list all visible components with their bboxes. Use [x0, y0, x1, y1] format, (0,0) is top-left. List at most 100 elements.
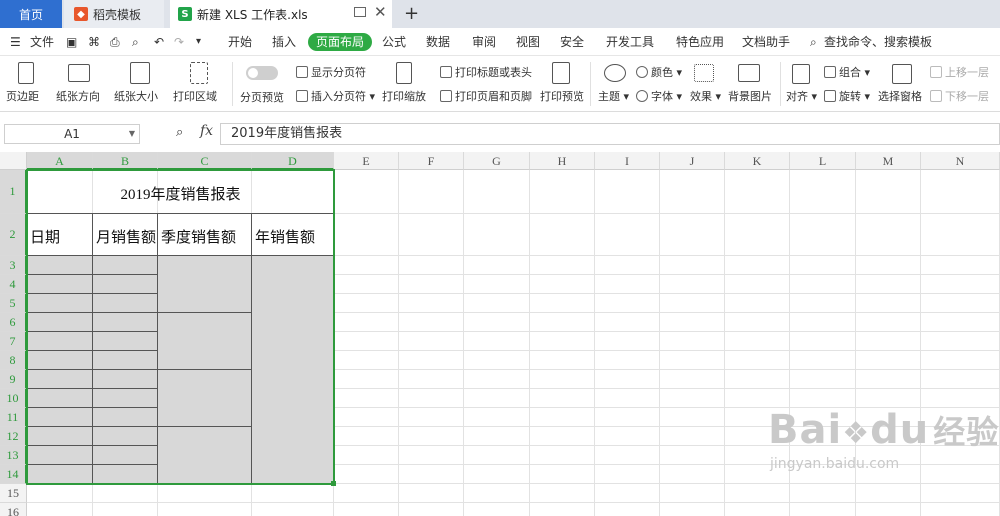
monthly-sales-cell[interactable] [93, 446, 158, 465]
monthly-sales-cell[interactable] [93, 408, 158, 427]
date-cell[interactable] [27, 313, 93, 332]
column-header-k[interactable]: K [725, 152, 790, 170]
row-header-1[interactable]: 1 [0, 170, 27, 214]
menu-security[interactable]: 安全 [560, 33, 584, 51]
zoom-icon[interactable]: ⌕ [176, 125, 183, 140]
tab-home[interactable]: 首页 [0, 0, 62, 28]
redo-icon[interactable]: ↷ [174, 33, 184, 51]
column-header-b[interactable]: B [93, 152, 158, 170]
row-header-6[interactable]: 6 [0, 313, 27, 332]
column-header-m[interactable]: M [856, 152, 921, 170]
menu-insert[interactable]: 插入 [272, 33, 296, 51]
row-header-5[interactable]: 5 [0, 294, 27, 313]
search-icon[interactable]: ⌕ [810, 33, 817, 51]
annual-sales-cell[interactable] [252, 256, 334, 484]
monthly-sales-cell[interactable] [93, 294, 158, 313]
date-cell[interactable] [27, 389, 93, 408]
column-header-e[interactable]: E [334, 152, 399, 170]
print-icon[interactable]: ⎙ [110, 33, 120, 51]
formula-input[interactable]: 2019年度销售报表 [220, 123, 1000, 145]
date-cell[interactable] [27, 256, 93, 275]
row-header-11[interactable]: 11 [0, 408, 27, 427]
column-header-h[interactable]: H [530, 152, 595, 170]
monthly-sales-cell[interactable] [93, 351, 158, 370]
fx-icon[interactable]: fx [200, 123, 213, 139]
menu-developer[interactable]: 开发工具 [606, 33, 654, 51]
menu-doc-assistant[interactable]: 文档助手 [742, 33, 790, 51]
bring-forward-button[interactable]: 上移一层 [930, 64, 989, 80]
font-button[interactable]: 字体 ▾ [636, 88, 682, 104]
column-header-j[interactable]: J [660, 152, 725, 170]
show-page-break-checkbox[interactable]: 显示分页符 [296, 64, 366, 80]
send-backward-button[interactable]: 下移一层 [930, 88, 989, 104]
monthly-sales-cell[interactable] [93, 256, 158, 275]
print-titles-button[interactable]: 打印标题或表头 [440, 64, 532, 80]
column-header-d[interactable]: D [252, 152, 334, 170]
monthly-sales-cell[interactable] [93, 465, 158, 484]
date-cell[interactable] [27, 370, 93, 389]
monthly-sales-cell[interactable] [93, 389, 158, 408]
header-footer-button[interactable]: 打印页眉和页脚 [440, 88, 532, 104]
group-button[interactable]: 组合 ▾ [824, 64, 870, 80]
column-header-l[interactable]: L [790, 152, 856, 170]
monthly-sales-cell[interactable] [93, 313, 158, 332]
date-cell[interactable] [27, 465, 93, 484]
tab-template[interactable]: ◆ 稻壳模板 [64, 0, 164, 28]
window-restore-icon[interactable] [354, 7, 366, 17]
row-header-14[interactable]: 14 [0, 465, 27, 484]
column-header-g[interactable]: G [464, 152, 530, 170]
monthly-sales-cell[interactable] [93, 275, 158, 294]
menu-review[interactable]: 审阅 [472, 33, 496, 51]
rotate-button[interactable]: 旋转 ▾ [824, 88, 870, 104]
date-cell[interactable] [27, 446, 93, 465]
row-header-4[interactable]: 4 [0, 275, 27, 294]
name-box[interactable]: A1 ▼ [4, 124, 140, 144]
row-header-3[interactable]: 3 [0, 256, 27, 275]
color-button[interactable]: 颜色 ▾ [636, 64, 682, 80]
monthly-sales-cell[interactable] [93, 427, 158, 446]
add-tab-button[interactable]: + [404, 3, 419, 24]
row-header-12[interactable]: 12 [0, 427, 27, 446]
row-header-7[interactable]: 7 [0, 332, 27, 351]
date-cell[interactable] [27, 427, 93, 446]
date-cell[interactable] [27, 275, 93, 294]
menu-view[interactable]: 视图 [516, 33, 540, 51]
row-header-8[interactable]: 8 [0, 351, 27, 370]
column-header-c[interactable]: C [158, 152, 252, 170]
monthly-sales-cell[interactable] [93, 370, 158, 389]
menu-special[interactable]: 特色应用 [676, 33, 724, 51]
date-cell[interactable] [27, 408, 93, 427]
row-header-10[interactable]: 10 [0, 389, 27, 408]
fill-handle[interactable] [331, 481, 336, 486]
format-painter-icon[interactable]: ⌘ [88, 33, 100, 51]
column-header-f[interactable]: F [399, 152, 464, 170]
row-header-13[interactable]: 13 [0, 446, 27, 465]
date-cell[interactable] [27, 351, 93, 370]
tab-document[interactable]: S 新建 XLS 工作表.xls ✕ [170, 0, 392, 28]
column-header-i[interactable]: I [595, 152, 660, 170]
quarterly-sales-cell[interactable] [158, 427, 252, 484]
quick-access-more-icon[interactable]: ▾ [196, 33, 201, 51]
print-preview-icon[interactable]: ⌕ [132, 33, 139, 51]
menu-start[interactable]: 开始 [228, 33, 252, 51]
column-header-a[interactable]: A [27, 152, 93, 170]
quarterly-sales-cell[interactable] [158, 313, 252, 370]
row-header-9[interactable]: 9 [0, 370, 27, 389]
menu-file[interactable]: 文件 [30, 33, 54, 51]
monthly-sales-cell[interactable] [93, 332, 158, 351]
hamburger-icon[interactable]: ☰ [10, 33, 21, 51]
command-search[interactable]: 查找命令、搜索模板 [824, 33, 932, 51]
insert-page-break-button[interactable]: 插入分页符 ▾ [296, 88, 375, 104]
menu-data[interactable]: 数据 [426, 33, 450, 51]
close-tab-icon[interactable]: ✕ [374, 3, 387, 21]
undo-icon[interactable]: ↶ [154, 33, 164, 51]
row-header-2[interactable]: 2 [0, 214, 27, 256]
menu-formula[interactable]: 公式 [382, 33, 406, 51]
select-all-corner[interactable] [0, 152, 27, 170]
quarterly-sales-cell[interactable] [158, 256, 252, 313]
row-header-15[interactable]: 15 [0, 484, 27, 503]
column-header-n[interactable]: N [921, 152, 1000, 170]
quarterly-sales-cell[interactable] [158, 370, 252, 427]
date-cell[interactable] [27, 332, 93, 351]
date-cell[interactable] [27, 294, 93, 313]
